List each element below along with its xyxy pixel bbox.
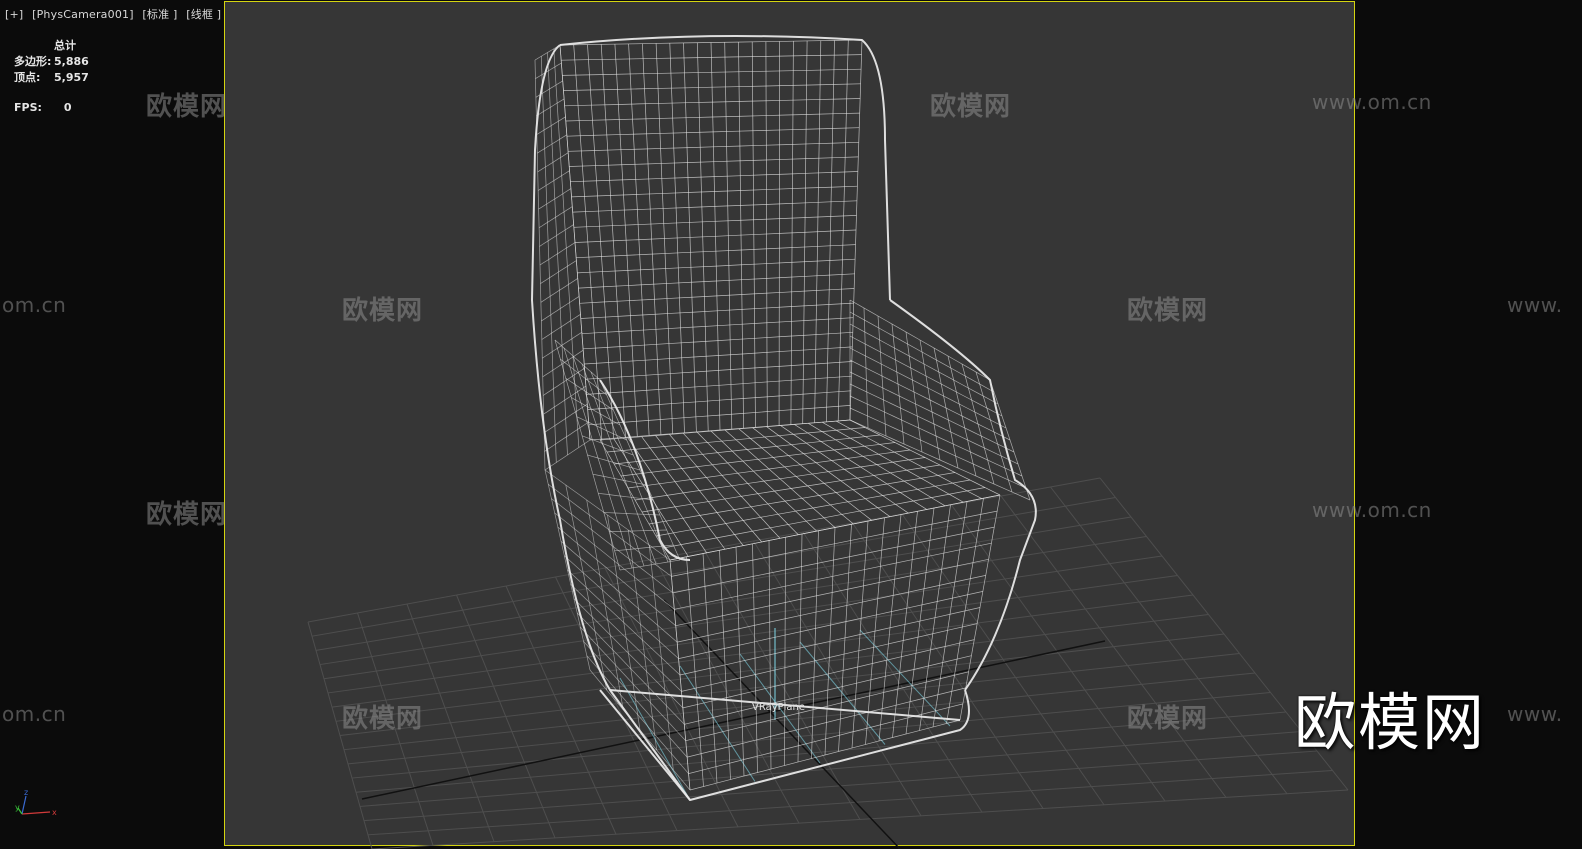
seat-mesh [620,442,896,477]
vertices-label: 顶点: [14,71,41,84]
backrest-side-mesh [541,296,580,322]
right-armrest-mesh [849,371,1015,453]
right-armrest-mesh [849,359,1011,441]
grid-line [367,770,1333,836]
left-armrest-mesh [592,473,647,486]
left-side-mesh [583,641,688,758]
fps-value: 0 [63,101,72,114]
viewport-shading-label[interactable]: [标准 ] [142,8,177,21]
polygons-value: 5,886 [54,55,89,68]
right-armrest-mesh [849,419,1031,501]
chair-outline [531,44,970,801]
left-armrest-mesh [560,358,607,396]
fps-readout: FPS: 0 [14,101,72,114]
vray-plane-label: VRayPlane [752,702,806,713]
backrest-side-mesh [544,439,591,471]
viewport-display-label[interactable]: [线框 ] [186,8,221,21]
z-axis-line [21,795,27,815]
grid-line [1050,486,1288,794]
seat-mesh [599,419,851,441]
axis-tripod-icon: x y z [15,788,57,817]
left-armrest-mesh [587,454,641,471]
front-panel-mesh [679,607,981,676]
viewport-camera-label[interactable]: [PhysCamera001] [32,8,134,21]
grid-line [371,789,1349,849]
left-armrest-mesh [603,512,661,516]
backrest-side-mesh [544,421,589,452]
right-armrest-mesh [849,299,991,381]
backrest-side-mesh [543,385,587,415]
viewport[interactable]: [+] [PhysCamera001] [标准 ] [线框 ] 总计 多边形: … [0,0,1582,849]
backrest-side-mesh [539,242,576,266]
viewport-label-menu[interactable]: [+] [PhysCamera001] [标准 ] [线框 ] [5,6,226,22]
chair-wireframe-mesh [531,35,1037,801]
right-armrest-mesh [849,335,1003,417]
front-panel-mesh [681,623,978,692]
right-armrest-mesh [849,323,999,405]
seat-mesh [606,427,866,453]
backrest-side-mesh [540,278,578,303]
front-panel-mesh [675,558,989,627]
left-side-mesh [576,612,685,725]
front-panel-mesh [674,542,992,610]
grid-line [351,692,1271,779]
front-panel-mesh [688,703,963,774]
viewport-menu-plus[interactable]: [+] [5,8,23,21]
seat-mesh [627,449,911,489]
vertices-value: 5,957 [54,71,89,84]
right-armrest-mesh [849,347,1007,429]
backrest-side-mesh [541,314,581,340]
z-axis-letter: z [24,788,28,797]
home-grid [307,477,1349,849]
backrest-side-mesh [542,332,582,359]
grid-line [347,672,1256,765]
front-panel-mesh [689,719,961,791]
backrest-side-mesh [540,260,577,284]
statistics-panel: 总计 多边形: 5,886 顶点: 5,957 [14,38,89,86]
front-panel-mesh [669,494,1001,561]
fps-label: FPS: [14,101,42,114]
x-axis-line [21,811,51,815]
polygons-label: 多边形: [14,55,52,68]
brand-logo: 欧模网 [1294,686,1487,759]
front-panel-mesh [671,510,998,577]
x-axis-letter: x [52,808,57,817]
backrest-side-mesh [539,224,574,247]
stats-header: 总计 [54,39,76,52]
left-armrest-mesh [598,492,654,501]
y-axis-letter: y [15,803,20,812]
